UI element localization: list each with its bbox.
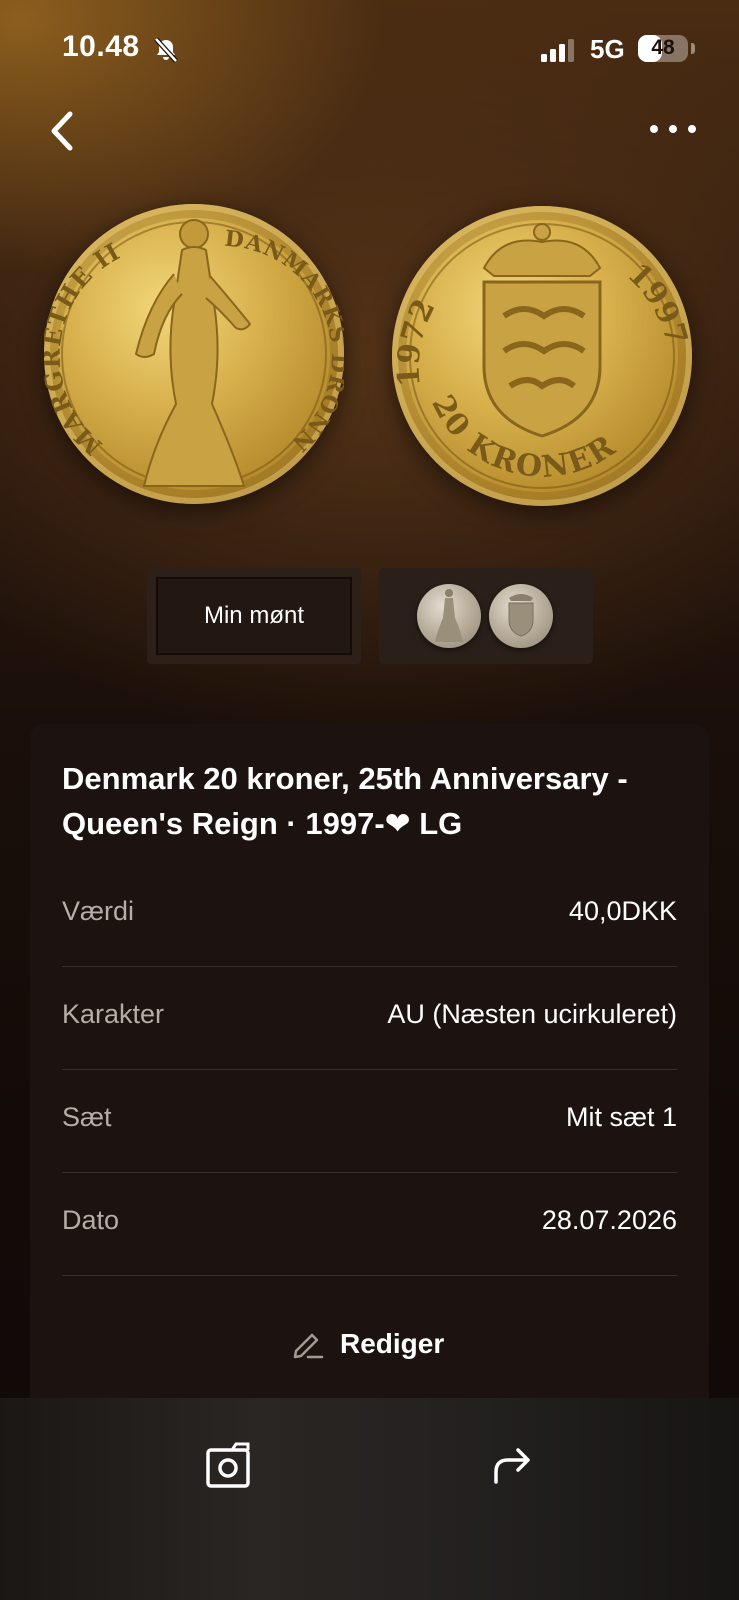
network-type: 5G — [590, 34, 625, 64]
detail-row-date[interactable]: Dato 28.07.2026 — [62, 1173, 677, 1276]
svg-text:1997: 1997 — [621, 257, 692, 349]
more-horizontal-icon[interactable] — [650, 114, 702, 144]
signal-strength-icon — [541, 38, 577, 62]
battery-nub — [691, 43, 695, 54]
tab-my-coin[interactable]: Min mønt — [147, 568, 361, 664]
reference-reverse-thumbnail — [489, 584, 553, 648]
battery-icon: 48 — [638, 35, 688, 62]
row-label: Sæt — [62, 1102, 112, 1132]
reverse-year-left: 1972 — [392, 294, 443, 388]
coin-reverse-image: 1972 1997 20 KRONER — [392, 206, 692, 506]
share-icon[interactable] — [490, 1442, 534, 1486]
coin-detail-card: Denmark 20 kroner, 25th Anniversary - Qu… — [30, 724, 709, 1424]
tab-reference-images[interactable] — [379, 568, 593, 664]
obverse-inscription-left: MARGRETHE II — [44, 236, 124, 461]
row-value: Mit sæt 1 — [565, 1102, 677, 1132]
reference-obverse-thumbnail — [417, 584, 481, 648]
row-label: Værdi — [62, 896, 135, 926]
edit-label: Rediger — [340, 1328, 445, 1359]
row-value: 28.07.2026 — [541, 1205, 677, 1235]
status-time: 10.48 — [62, 30, 140, 63]
reverse-year-right: 1997 — [621, 257, 692, 349]
detail-row-grade[interactable]: Karakter AU (Næsten ucirkuleret) — [62, 967, 677, 1070]
camera-icon[interactable] — [204, 1442, 252, 1490]
row-value: 40,0DKK — [568, 896, 677, 926]
chevron-left-icon[interactable] — [44, 106, 84, 156]
svg-text:1972: 1972 — [392, 294, 443, 388]
battery-level: 48 — [651, 36, 675, 59]
coin-obverse-image: MARGRETHE II DANMARKS DRONNING — [44, 204, 344, 504]
detail-row-value[interactable]: Værdi 40,0DKK — [62, 864, 677, 967]
bell-off-icon — [154, 37, 178, 63]
tab-my-coin-inner-border — [156, 577, 352, 655]
coin-title: Denmark 20 kroner, 25th Anniversary - Qu… — [62, 761, 628, 841]
row-value: AU (Næsten ucirkuleret) — [387, 999, 677, 1029]
bottom-toolbar — [0, 1398, 739, 1600]
status-bar: 10.48 5G 48 — [0, 0, 739, 100]
row-label: Karakter — [62, 999, 165, 1029]
detail-row-set[interactable]: Sæt Mit sæt 1 — [62, 1070, 677, 1173]
pencil-icon — [293, 1333, 324, 1359]
svg-text:MARGRETHE II: MARGRETHE II — [44, 236, 125, 461]
edit-button[interactable]: Rediger — [290, 1324, 444, 1364]
row-label: Dato — [62, 1205, 120, 1235]
